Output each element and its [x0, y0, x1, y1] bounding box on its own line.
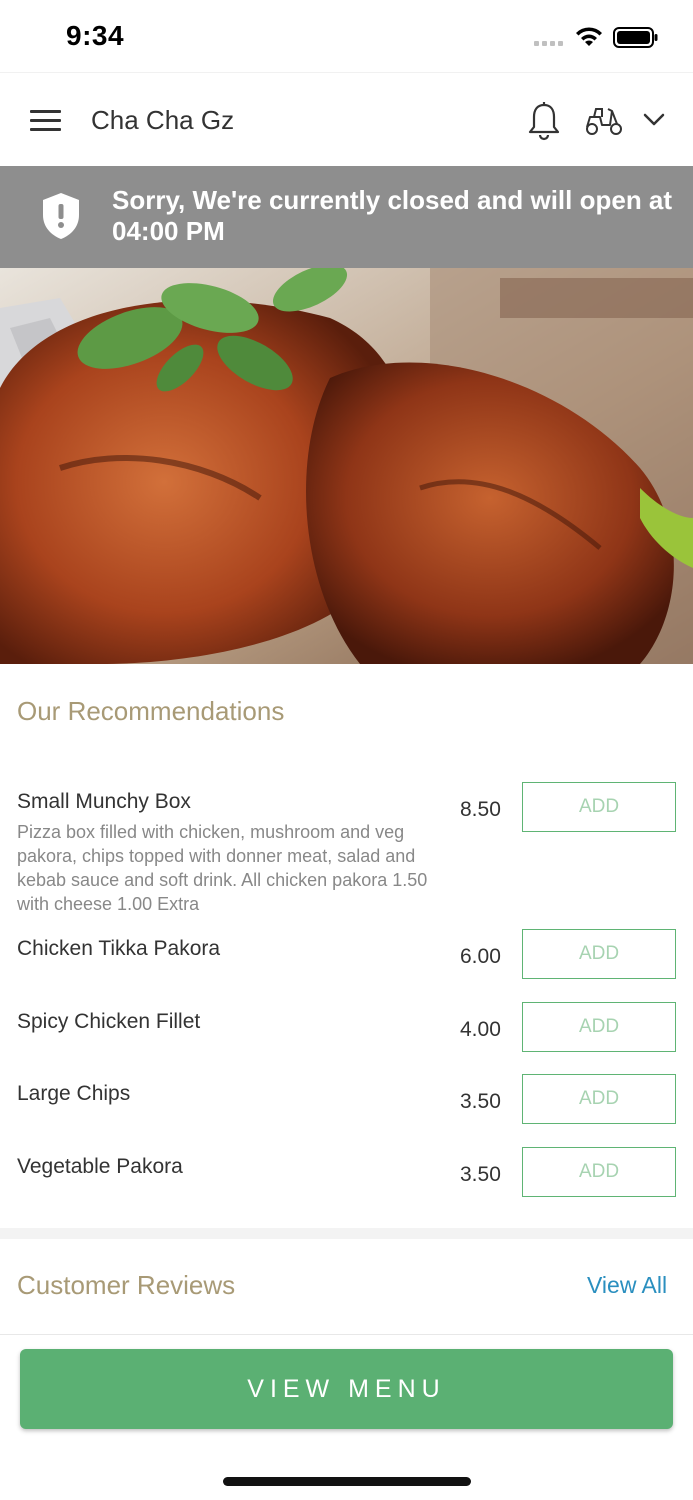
view-menu-button[interactable]: VIEW MENU — [20, 1349, 673, 1429]
item-price: 3.50 — [460, 1163, 501, 1186]
chevron-down-icon[interactable] — [643, 113, 665, 127]
recommendations-heading: Our Recommendations — [17, 696, 285, 726]
item-name: Vegetable Pakora — [17, 1155, 183, 1178]
reviews-heading: Customer Reviews — [17, 1270, 236, 1300]
view-all-reviews-link[interactable]: View All — [587, 1272, 667, 1299]
wifi-icon — [576, 27, 602, 46]
item-price: 8.50 — [460, 798, 501, 821]
hamburger-menu-icon[interactable] — [30, 110, 61, 132]
closed-message: Sorry, We're currently closed and will o… — [112, 185, 673, 246]
home-indicator[interactable] — [223, 1477, 471, 1486]
hero-food-image — [0, 268, 693, 664]
scooter-icon[interactable] — [584, 105, 624, 137]
add-button[interactable]: ADD — [522, 782, 676, 832]
item-price: 3.50 — [460, 1090, 501, 1113]
item-price: 4.00 — [460, 1018, 501, 1041]
add-button[interactable]: ADD — [522, 1074, 676, 1124]
cellular-signal-icon — [534, 41, 563, 46]
item-name: Chicken Tikka Pakora — [17, 937, 221, 960]
item-description: Pizza box filled with chicken, mushroom … — [17, 822, 428, 914]
item-name: Large Chips — [17, 1082, 131, 1105]
item-price: 6.00 — [460, 945, 501, 968]
store-closed-banner: Sorry, We're currently closed and will o… — [0, 166, 693, 268]
shield-alert-icon — [43, 193, 79, 239]
reviews-divider — [0, 1334, 693, 1335]
add-button[interactable]: ADD — [522, 1002, 676, 1052]
add-button[interactable]: ADD — [522, 929, 676, 979]
add-button[interactable]: ADD — [522, 1147, 676, 1197]
battery-icon — [613, 27, 658, 48]
store-title: Cha Cha Gz — [91, 105, 235, 135]
item-name: Spicy Chicken Fillet — [17, 1010, 201, 1033]
status-bar: 9:34 — [0, 0, 693, 72]
section-divider — [0, 1228, 693, 1239]
app-header: Cha Cha Gz — [0, 72, 693, 166]
bell-icon[interactable] — [527, 101, 561, 141]
item-name: Small Munchy Box — [17, 790, 191, 813]
status-time: 9:34 — [66, 20, 125, 51]
